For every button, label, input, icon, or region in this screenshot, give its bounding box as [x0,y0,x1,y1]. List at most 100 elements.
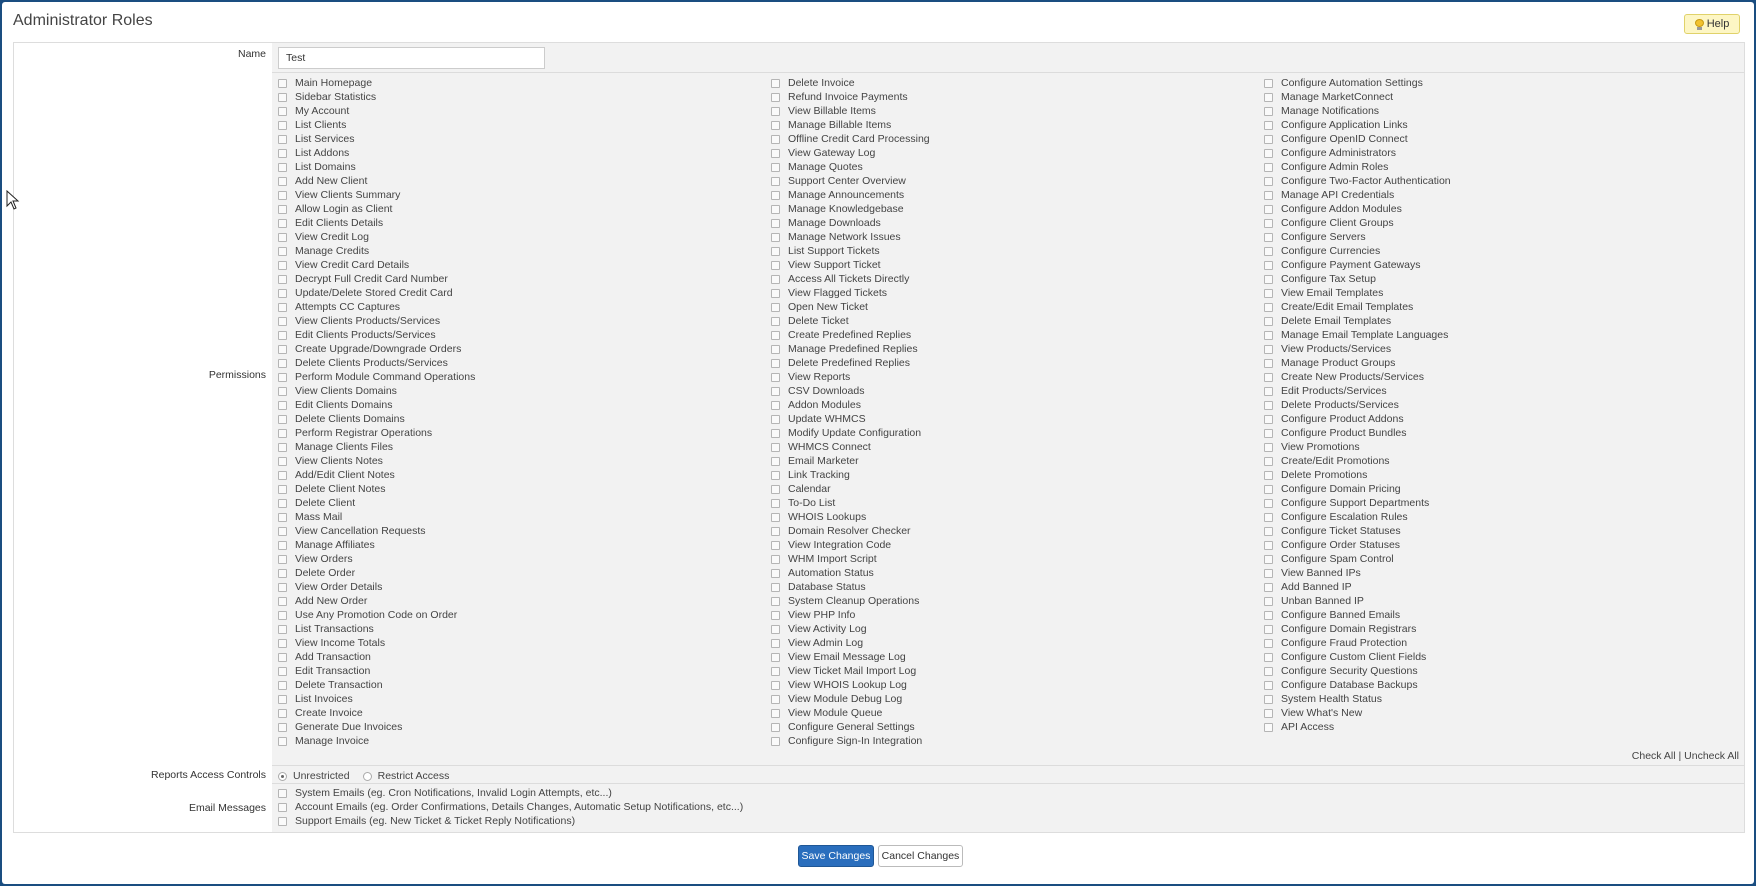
permission-item[interactable]: Addon Modules [771,398,930,412]
checkbox[interactable] [278,106,287,116]
checkbox[interactable] [278,204,287,214]
checkbox[interactable] [1264,92,1273,102]
checkbox[interactable] [278,134,287,144]
checkbox[interactable] [771,442,780,452]
permission-item[interactable]: Manage Billable Items [771,118,930,132]
permission-item[interactable]: Create Invoice [278,706,475,720]
checkbox[interactable] [1264,120,1273,130]
checkbox[interactable] [771,498,780,508]
checkbox[interactable] [1264,652,1273,662]
permission-item[interactable]: Delete Transaction [278,678,475,692]
checkbox[interactable] [771,288,780,298]
email-option-item[interactable]: System Emails (eg. Cron Notifications, I… [278,786,743,800]
permission-item[interactable]: View WHOIS Lookup Log [771,678,930,692]
checkbox[interactable] [1264,106,1273,116]
checkbox[interactable] [1264,484,1273,494]
permission-item[interactable]: Configure Ticket Statuses [1264,524,1451,538]
checkbox[interactable] [771,568,780,578]
permission-item[interactable]: View Orders [278,552,475,566]
checkbox[interactable] [771,302,780,312]
checkbox[interactable] [1264,218,1273,228]
checkbox[interactable] [278,652,287,662]
checkbox[interactable] [1264,428,1273,438]
permission-item[interactable]: List Addons [278,146,475,160]
permission-item[interactable]: Main Homepage [278,76,475,90]
permission-item[interactable]: View Clients Notes [278,454,475,468]
permission-item[interactable]: Configure Admin Roles [1264,160,1451,174]
permission-item[interactable]: Delete Clients Domains [278,412,475,426]
permission-item[interactable]: To-Do List [771,496,930,510]
checkbox[interactable] [278,260,287,270]
checkbox[interactable] [278,788,287,798]
permission-item[interactable]: Manage Affiliates [278,538,475,552]
checkbox[interactable] [278,816,287,826]
permission-item[interactable]: Perform Module Command Operations [278,370,475,384]
permission-item[interactable]: View Reports [771,370,930,384]
permission-item[interactable]: Configure Addon Modules [1264,202,1451,216]
permission-item[interactable]: List Transactions [278,622,475,636]
checkbox[interactable] [278,526,287,536]
permission-item[interactable]: Delete Clients Products/Services [278,356,475,370]
permission-item[interactable]: WHOIS Lookups [771,510,930,524]
checkbox[interactable] [278,498,287,508]
checkbox[interactable] [771,162,780,172]
permission-item[interactable]: Configure Client Groups [1264,216,1451,230]
permission-item[interactable]: View Products/Services [1264,342,1451,356]
checkbox[interactable] [771,358,780,368]
checkbox[interactable] [771,330,780,340]
permission-item[interactable]: Configure General Settings [771,720,930,734]
checkbox[interactable] [1264,302,1273,312]
permission-item[interactable]: Add Transaction [278,650,475,664]
unrestricted-radio[interactable] [278,771,287,781]
checkbox[interactable] [771,274,780,284]
checkbox[interactable] [771,134,780,144]
checkbox[interactable] [771,78,780,88]
checkbox[interactable] [278,372,287,382]
permission-item[interactable]: View Gateway Log [771,146,930,160]
permission-item[interactable]: Configure Escalation Rules [1264,510,1451,524]
cancel-changes-button[interactable]: Cancel Changes [878,845,963,867]
checkbox[interactable] [771,540,780,550]
permission-item[interactable]: Configure Database Backups [1264,678,1451,692]
checkbox[interactable] [771,190,780,200]
permission-item[interactable]: Edit Clients Domains [278,398,475,412]
checkbox[interactable] [278,694,287,704]
checkbox[interactable] [771,386,780,396]
checkbox[interactable] [1264,540,1273,550]
checkbox[interactable] [1264,498,1273,508]
permission-item[interactable]: Allow Login as Client [278,202,475,216]
email-option-item[interactable]: Account Emails (eg. Order Confirmations,… [278,800,743,814]
checkbox[interactable] [278,288,287,298]
checkbox[interactable] [1264,316,1273,326]
checkbox[interactable] [278,400,287,410]
check-all-link[interactable]: Check All [1632,750,1676,762]
permission-item[interactable]: View Email Message Log [771,650,930,664]
permission-item[interactable]: View Module Debug Log [771,692,930,706]
permission-item[interactable]: Delete Invoice [771,76,930,90]
checkbox[interactable] [1264,596,1273,606]
permission-item[interactable]: Decrypt Full Credit Card Number [278,272,475,286]
permission-item[interactable]: View Flagged Tickets [771,286,930,300]
permission-item[interactable]: Configure Automation Settings [1264,76,1451,90]
permission-item[interactable]: Modify Update Configuration [771,426,930,440]
checkbox[interactable] [278,666,287,676]
checkbox[interactable] [771,176,780,186]
checkbox[interactable] [278,638,287,648]
checkbox[interactable] [1264,568,1273,578]
checkbox[interactable] [771,428,780,438]
permission-item[interactable]: System Cleanup Operations [771,594,930,608]
permission-item[interactable]: Create Upgrade/Downgrade Orders [278,342,475,356]
checkbox[interactable] [278,358,287,368]
permission-item[interactable]: Sidebar Statistics [278,90,475,104]
checkbox[interactable] [1264,288,1273,298]
permission-item[interactable]: Edit Clients Products/Services [278,328,475,342]
permission-item[interactable]: Configure Spam Control [1264,552,1451,566]
permission-item[interactable]: Configure Servers [1264,230,1451,244]
checkbox[interactable] [771,526,780,536]
checkbox[interactable] [278,148,287,158]
permission-item[interactable]: Update WHMCS [771,412,930,426]
permission-item[interactable]: WHMCS Connect [771,440,930,454]
permission-item[interactable]: Configure Order Statuses [1264,538,1451,552]
checkbox[interactable] [1264,134,1273,144]
checkbox[interactable] [1264,148,1273,158]
